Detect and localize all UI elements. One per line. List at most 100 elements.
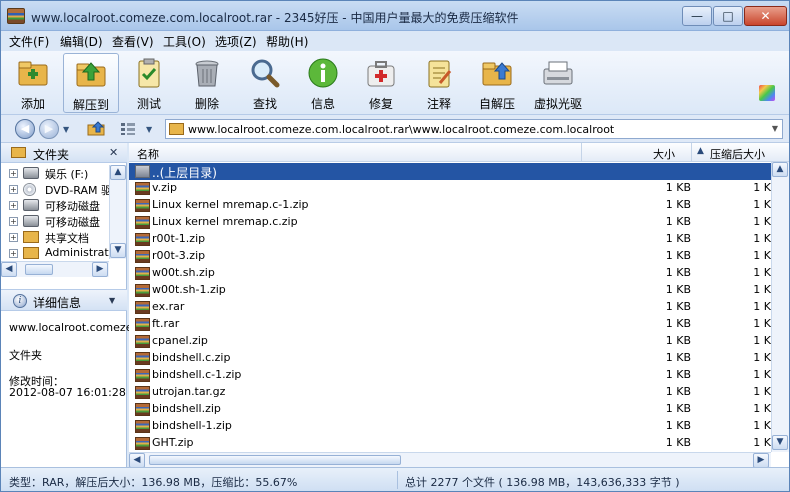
- file-row[interactable]: cpanel.zip 1 KB 1 K: [129, 333, 771, 350]
- menu-tools[interactable]: 工具(O): [163, 33, 206, 50]
- scroll-down-icon[interactable]: ▼: [772, 435, 788, 450]
- find-label: 查找: [252, 97, 277, 111]
- file-row[interactable]: w00t.sh.zip 1 KB 1 K: [129, 265, 771, 282]
- view-dropdown-icon[interactable]: ▼: [146, 125, 152, 134]
- expand-icon[interactable]: +: [9, 233, 18, 242]
- info-button[interactable]: 信息: [295, 53, 351, 113]
- add-button[interactable]: 添加: [5, 53, 61, 113]
- tree-item-removable-2[interactable]: + 可移动磁盘: [1, 213, 109, 229]
- title-bar: www.localroot.comeze.com.localroot.rar -…: [1, 1, 789, 31]
- expand-icon[interactable]: +: [9, 201, 18, 210]
- expand-icon[interactable]: +: [9, 217, 18, 226]
- scroll-left-icon[interactable]: ◀: [1, 262, 17, 277]
- scroll-down-icon[interactable]: ▼: [110, 243, 126, 258]
- self-extract-button[interactable]: 自解压: [469, 53, 525, 113]
- virtual-drive-button[interactable]: 虚拟光驱: [528, 53, 588, 113]
- back-arrow-icon[interactable]: ◀: [15, 119, 35, 139]
- tree-horizontal-scrollbar[interactable]: ◀ ▶: [1, 261, 109, 277]
- file-row[interactable]: bindshell.c.zip 1 KB 1 K: [129, 350, 771, 367]
- add-archive-icon: [16, 57, 50, 89]
- toolbar: 添加 解压到 测试 删除 查找 信息 修复 注释 自解压 虚拟光驱: [1, 51, 789, 115]
- view-mode-icon[interactable]: [121, 122, 135, 135]
- file-name: bindshell-1.zip: [152, 419, 232, 432]
- file-size: 1 KB: [665, 232, 691, 245]
- file-row[interactable]: bindshell-1.zip 1 KB 1 K: [129, 418, 771, 435]
- repair-button[interactable]: 修复: [353, 53, 409, 113]
- menu-view[interactable]: 查看(V): [112, 33, 154, 50]
- column-size-header[interactable]: 大小: [653, 146, 675, 162]
- file-row[interactable]: v.zip 1 KB 1 K: [129, 180, 771, 197]
- scroll-up-icon[interactable]: ▲: [110, 165, 126, 180]
- skin-palette-icon[interactable]: [759, 85, 775, 101]
- column-compressed-header[interactable]: 压缩后大小: [710, 146, 765, 162]
- detail-type: 文件夹: [9, 349, 42, 362]
- list-horizontal-scrollbar[interactable]: ◀ ▶: [129, 452, 771, 468]
- archive-file-icon: [135, 403, 150, 416]
- scroll-left-icon[interactable]: ◀: [129, 453, 145, 468]
- list-vertical-scrollbar[interactable]: ▲ ▼: [771, 162, 789, 452]
- close-button[interactable]: ✕: [744, 6, 787, 26]
- file-row[interactable]: r00t-3.zip 1 KB 1 K: [129, 248, 771, 265]
- address-path: www.localroot.comeze.com.localroot.rar\w…: [188, 123, 615, 136]
- address-field[interactable]: www.localroot.comeze.com.localroot.rar\w…: [165, 119, 783, 139]
- file-row[interactable]: Linux kernel mremap.c-1.zip 1 KB 1 K: [129, 197, 771, 214]
- maximize-button[interactable]: □: [713, 6, 743, 26]
- comment-button[interactable]: 注释: [411, 53, 467, 113]
- file-name: cpanel.zip: [152, 334, 208, 347]
- file-row[interactable]: utrojan.tar.gz 1 KB 1 K: [129, 384, 771, 401]
- file-row[interactable]: Linux kernel mremap.c.zip 1 KB 1 K: [129, 214, 771, 231]
- history-dropdown-icon[interactable]: ▼: [63, 125, 69, 134]
- tree-item-drive-f[interactable]: + 娱乐 (F:): [1, 165, 109, 181]
- address-dropdown-icon[interactable]: ▼: [772, 124, 778, 133]
- column-name-header[interactable]: 名称: [137, 146, 159, 162]
- scroll-thumb[interactable]: [25, 264, 53, 275]
- file-compressed-size: 1 K: [753, 232, 771, 245]
- tree-item-dvd[interactable]: + DVD-RAM 驱: [1, 181, 112, 197]
- tree-item-shared-docs[interactable]: + 共享文档: [1, 229, 109, 245]
- file-row[interactable]: r00t-1.zip 1 KB 1 K: [129, 231, 771, 248]
- self-extract-label: 自解压: [478, 97, 515, 111]
- file-row[interactable]: w00t.sh-1.zip 1 KB 1 K: [129, 282, 771, 299]
- collapse-chevron-icon[interactable]: ▼: [109, 296, 115, 305]
- status-total: 总计 2277 个文件 ( 136.98 MB，143,636,333 字节 ): [405, 476, 680, 489]
- forward-arrow-icon[interactable]: ▶: [39, 119, 59, 139]
- extract-to-button[interactable]: 解压到: [63, 53, 119, 113]
- tree-label: DVD-RAM 驱: [45, 184, 112, 197]
- menu-edit[interactable]: 编辑(D): [60, 33, 103, 50]
- expand-icon[interactable]: +: [9, 169, 18, 178]
- close-pane-icon[interactable]: ✕: [109, 146, 118, 159]
- file-row[interactable]: ft.rar 1 KB 1 K: [129, 316, 771, 333]
- scroll-up-icon[interactable]: ▲: [772, 162, 788, 177]
- test-button[interactable]: 测试: [121, 53, 177, 113]
- expand-icon[interactable]: +: [9, 249, 18, 258]
- detail-modified-value: 2012-08-07 16:01:28: [9, 386, 126, 399]
- detail-pane-header[interactable]: i 详细信息 ▼: [1, 289, 127, 311]
- scroll-thumb[interactable]: [149, 455, 401, 465]
- file-size: 1 KB: [665, 249, 691, 262]
- file-row[interactable]: ex.rar 1 KB 1 K: [129, 299, 771, 316]
- delete-button[interactable]: 删除: [179, 53, 235, 113]
- file-row[interactable]: bindshell.zip 1 KB 1 K: [129, 401, 771, 418]
- menu-help[interactable]: 帮助(H): [266, 33, 308, 50]
- minimize-button[interactable]: —: [682, 6, 712, 26]
- tree-vertical-scrollbar[interactable]: ▲ ▼: [109, 165, 126, 259]
- tree-item-administrator[interactable]: + Administrator: [1, 245, 109, 261]
- up-directory-row[interactable]: ..(上层目录): [129, 163, 771, 180]
- file-row[interactable]: bindshell.c-1.zip 1 KB 1 K: [129, 367, 771, 384]
- file-compressed-size: 1 K: [753, 351, 771, 364]
- file-compressed-size: 1 K: [753, 215, 771, 228]
- file-name: bindshell.c-1.zip: [152, 368, 242, 381]
- file-row[interactable]: GHT.zip 1 KB 1 K: [129, 435, 771, 452]
- menu-file[interactable]: 文件(F): [9, 33, 49, 50]
- tree-label: Administrator: [45, 246, 109, 259]
- up-folder-icon[interactable]: [87, 121, 105, 136]
- scroll-right-icon[interactable]: ▶: [92, 262, 108, 277]
- scroll-right-icon[interactable]: ▶: [753, 453, 769, 468]
- tree-item-removable-1[interactable]: + 可移动磁盘: [1, 197, 109, 213]
- find-button[interactable]: 查找: [237, 53, 293, 113]
- file-name: Linux kernel mremap.c.zip: [152, 215, 298, 228]
- file-size: 1 KB: [665, 198, 691, 211]
- column-separator: [691, 143, 692, 162]
- expand-icon[interactable]: +: [9, 185, 18, 194]
- menu-options[interactable]: 选项(Z): [215, 33, 257, 50]
